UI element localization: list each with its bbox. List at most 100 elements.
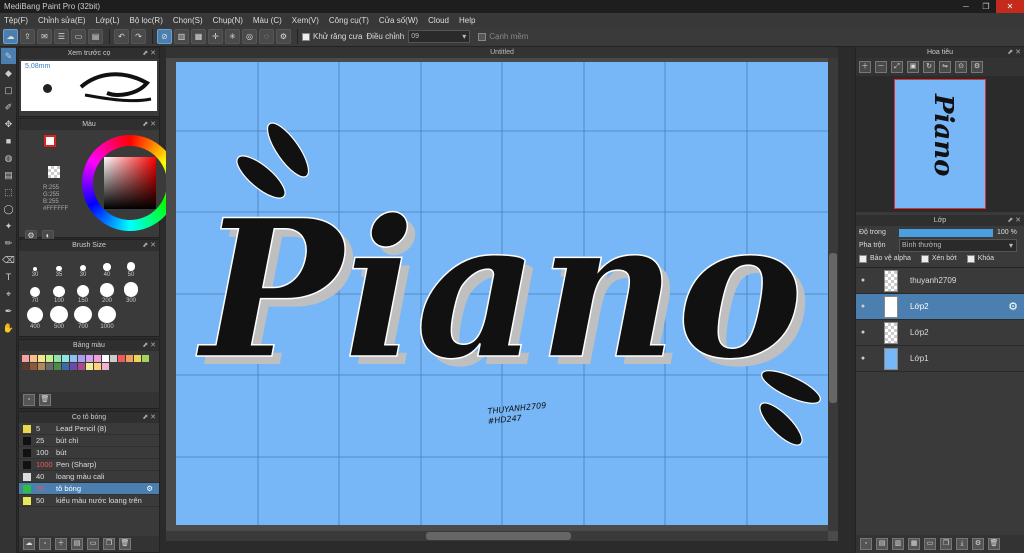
gradient-tool-icon[interactable]: ▤ — [1, 167, 16, 183]
brush-size-option[interactable]: 300 — [119, 280, 143, 304]
brush-size-option[interactable]: 500 — [47, 306, 71, 330]
brush-size-option[interactable]: 30 — [71, 254, 95, 278]
palette-swatch[interactable] — [110, 355, 117, 362]
new-1bit-layer-icon[interactable]: ▦ — [908, 538, 920, 550]
brush-size-option[interactable]: 35 — [47, 254, 71, 278]
select-eraser-icon[interactable]: ⌫ — [1, 252, 16, 268]
palette-swatch[interactable] — [86, 355, 93, 362]
menu-help[interactable]: Help — [459, 16, 475, 25]
palette-swatch[interactable] — [102, 363, 109, 370]
actual-size-icon[interactable]: ▣ — [907, 61, 919, 73]
layer-row[interactable]: ● thuyanh2709 — [856, 268, 1024, 294]
palette-swatch[interactable] — [70, 363, 77, 370]
antialias-checkbox[interactable] — [302, 32, 310, 41]
soft-edge-checkbox[interactable] — [478, 32, 487, 41]
palette-swatch[interactable] — [54, 355, 61, 362]
menu-snap[interactable]: Chụp(N) — [213, 16, 243, 25]
text-tool-icon[interactable]: T — [1, 269, 16, 285]
cross-snap-icon[interactable]: ✛ — [208, 29, 223, 44]
layer-row-selected[interactable]: ● Lớp2 ⚙ — [856, 294, 1024, 320]
snap-off-icon[interactable]: ⊘ — [157, 29, 172, 44]
layer-settings-icon[interactable]: ⚙ — [1008, 300, 1018, 313]
brush-new-icon[interactable]: ▫ — [39, 538, 51, 550]
tablet-icon[interactable]: ▭ — [71, 29, 86, 44]
brush-list-item[interactable]: 25 bút chì — [19, 435, 159, 447]
brush-copy-icon[interactable]: ❐ — [103, 538, 115, 550]
menu-select[interactable]: Chọn(S) — [173, 16, 203, 25]
brush-size-option[interactable]: 200 — [95, 280, 119, 304]
brush-add-icon[interactable]: ＋ — [55, 538, 67, 550]
menu-file[interactable]: Tệp(F) — [4, 16, 28, 25]
minimize-button[interactable]: ─ — [956, 0, 976, 13]
visibility-icon[interactable]: ● — [856, 303, 870, 310]
palette-swatch[interactable] — [94, 363, 101, 370]
color-wheel[interactable] — [82, 135, 178, 231]
layer-settings-gear-icon[interactable]: ⚙ — [972, 538, 984, 550]
menu-filter[interactable]: Bộ lọc(R) — [130, 16, 163, 25]
grid-snap-icon[interactable]: ▦ — [191, 29, 206, 44]
canvas[interactable]: Piano Piano THUYANH2709 #HD247 — [176, 62, 828, 525]
brush-size-option[interactable]: 700 — [71, 306, 95, 330]
navigator-preview[interactable]: Piano — [856, 76, 1024, 212]
palette-swatch[interactable] — [62, 363, 69, 370]
layer-row[interactable]: ● Lớp1 — [856, 346, 1024, 372]
palette-swatch[interactable] — [78, 363, 85, 370]
hand-tool-icon[interactable]: ✋ — [1, 320, 16, 336]
menu-edit[interactable]: Chỉnh sửa(E) — [38, 16, 86, 25]
palette-swatch[interactable] — [142, 355, 149, 362]
move-tool-icon[interactable]: ✥ — [1, 116, 16, 132]
brush-folder-icon[interactable]: ▭ — [87, 538, 99, 550]
brush-list-item[interactable]: 40 loang màu cali — [19, 471, 159, 483]
brush-size-option[interactable]: 40 — [95, 254, 119, 278]
horizontal-scrollbar[interactable] — [166, 531, 828, 541]
lasso-tool-icon[interactable]: ◯ — [1, 201, 16, 217]
palette-swatch[interactable] — [118, 355, 125, 362]
visibility-icon[interactable]: ● — [856, 329, 870, 336]
menu-layer[interactable]: Lớp(L) — [96, 16, 120, 25]
delete-layer-icon[interactable]: 🗑 — [988, 538, 1000, 550]
palette-swatch[interactable] — [22, 355, 29, 362]
menu-tools[interactable]: Công cụ(T) — [329, 16, 369, 25]
brush-list-item[interactable]: 1000 Pen (Sharp) — [19, 459, 159, 471]
restore-button[interactable]: ❐ — [976, 0, 996, 13]
menu-window[interactable]: Cửa số(W) — [379, 16, 418, 25]
layer-row[interactable]: ● Lớp2 — [856, 320, 1024, 346]
reset-icon[interactable]: ⊙ — [955, 61, 967, 73]
merge-down-icon[interactable]: ⤓ — [956, 538, 968, 550]
folder-icon[interactable]: ▤ — [88, 29, 103, 44]
palette-swatch[interactable] — [30, 355, 37, 362]
lock-checkbox[interactable] — [966, 254, 975, 263]
eyedropper-icon[interactable]: ✒ — [1, 303, 16, 319]
palette-swatch[interactable] — [46, 355, 53, 362]
visibility-icon[interactable]: ● — [856, 277, 870, 284]
brush-settings-icon[interactable]: ⚙ — [146, 484, 153, 493]
visibility-icon[interactable]: ● — [856, 355, 870, 362]
opacity-slider[interactable] — [899, 228, 993, 237]
blur-tool-icon[interactable]: ✐ — [1, 99, 16, 115]
palette-swatch[interactable] — [22, 363, 29, 370]
vertical-scrollbar[interactable] — [828, 58, 838, 531]
curve-snap-icon[interactable]: ◌ — [259, 29, 274, 44]
fill-tool-icon[interactable]: ◍ — [1, 150, 16, 166]
cloud-icon[interactable]: ☁ — [3, 29, 18, 44]
brush-size-option[interactable]: 50 — [119, 254, 143, 278]
shape-tool-icon[interactable]: ■ — [1, 133, 16, 149]
brush-size-option[interactable]: 100 — [47, 280, 71, 304]
dot-tool-icon[interactable]: ▢ — [1, 82, 16, 98]
rotate-icon[interactable]: ↻ — [923, 61, 935, 73]
menu-color[interactable]: Màu (C) — [253, 16, 282, 25]
palette-delete-icon[interactable]: 🗑 — [39, 394, 51, 406]
redo-icon[interactable]: ↷ — [131, 29, 146, 44]
brush-list-item[interactable]: 50 kiểu màu nước loang trên — [19, 495, 159, 507]
blend-select[interactable]: Bình thường — [899, 239, 1017, 252]
palette-add-icon[interactable]: ▫ — [23, 394, 35, 406]
menu-view[interactable]: Xem(V) — [292, 16, 319, 25]
brush-list-item[interactable]: 70 tô bóng ⚙ — [19, 483, 159, 495]
protect-alpha-checkbox[interactable] — [859, 254, 867, 263]
brush-size-option[interactable]: 70 — [23, 280, 47, 304]
brush-delete-icon[interactable]: 🗑 — [119, 538, 131, 550]
background-color[interactable] — [48, 166, 60, 178]
palette-swatch[interactable] — [126, 355, 133, 362]
brush-doc-icon[interactable]: ▤ — [71, 538, 83, 550]
brush-cloud-icon[interactable]: ☁ — [23, 538, 35, 550]
